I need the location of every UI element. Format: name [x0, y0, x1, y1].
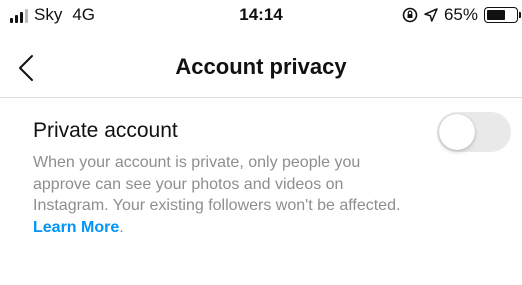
page-title: Account privacy [175, 54, 347, 79]
description-period: . [119, 218, 124, 236]
location-arrow-icon [424, 8, 438, 22]
private-account-toggle[interactable] [437, 112, 511, 152]
learn-more-link[interactable]: Learn More [33, 219, 119, 236]
status-bar: Sky 4G 14:14 65% [0, 0, 522, 30]
description-text: When your account is private, only peopl… [33, 154, 401, 214]
navigation-bar: Account privacy [0, 40, 522, 98]
private-account-title: Private account [33, 119, 178, 142]
private-account-description: When your account is private, only peopl… [33, 152, 413, 238]
battery-icon [484, 7, 521, 23]
rotation-lock-icon [402, 7, 418, 23]
toggle-knob [439, 114, 475, 150]
status-bar-right: 65% [402, 5, 521, 25]
battery-percent: 65% [443, 5, 478, 24]
